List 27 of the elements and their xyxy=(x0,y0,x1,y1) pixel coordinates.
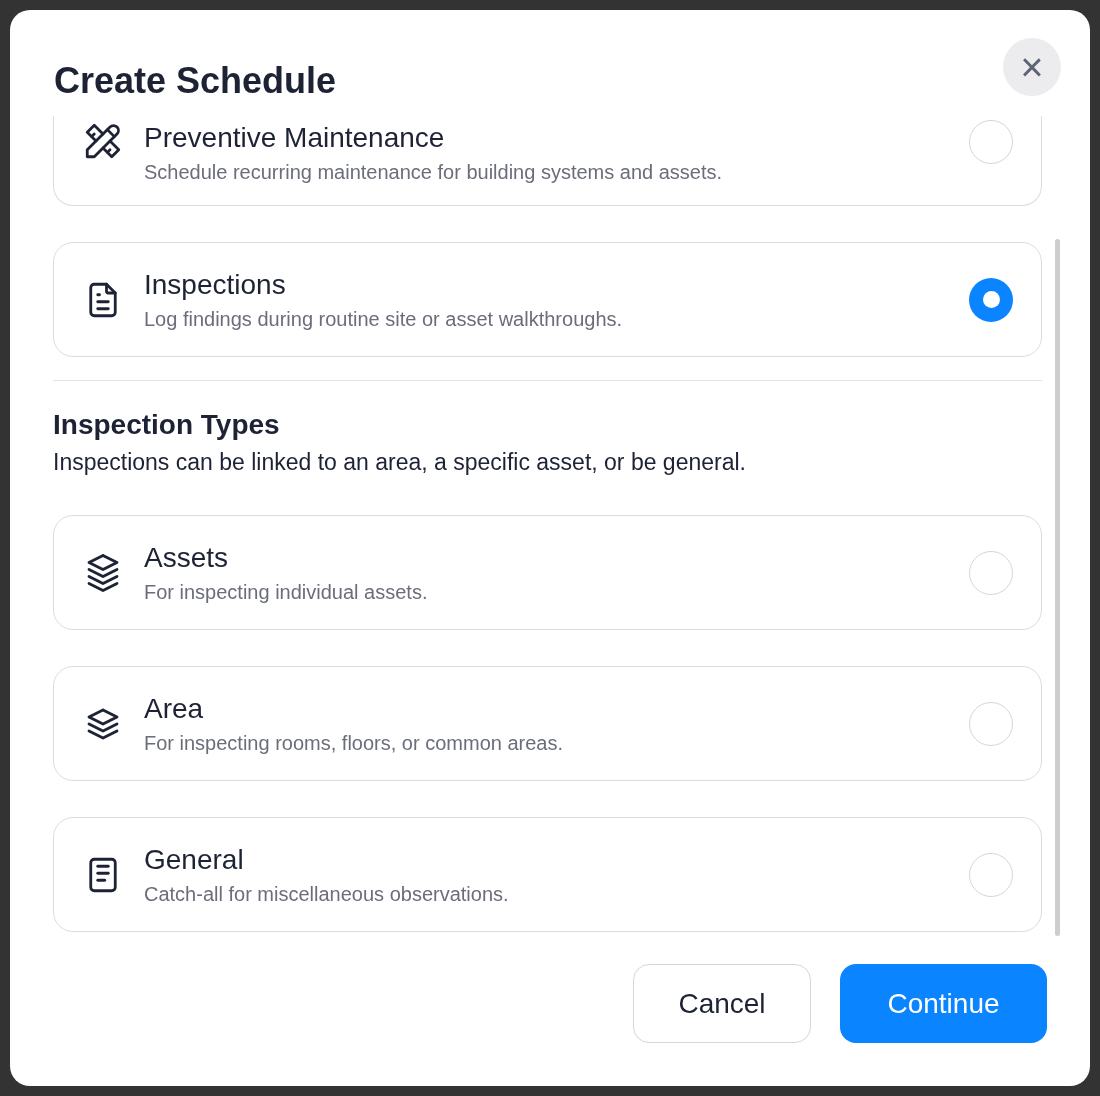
option-title: Inspections xyxy=(144,267,287,302)
option-description: Schedule recurring maintenance for building systems and assets. xyxy=(144,160,724,185)
radio-button[interactable] xyxy=(969,120,1013,164)
close-button[interactable]: × xyxy=(1003,38,1061,96)
option-card[interactable]: General Catch-all for miscellaneous observations. xyxy=(53,817,1042,932)
section-heading: Inspection Types xyxy=(53,408,281,442)
scrollbar[interactable] xyxy=(1055,239,1060,936)
section-description: Inspections can be linked to an area, a specific asset, or be general. xyxy=(53,448,747,477)
radio-button[interactable] xyxy=(969,277,1013,322)
option-card[interactable]: Preventive Maintenance Schedule recurring maintenance for building systems and assets. xyxy=(53,116,1042,206)
cancel-button[interactable]: Cancel xyxy=(633,964,811,1043)
dialog-title: Create Schedule xyxy=(54,59,337,103)
radio-button[interactable] xyxy=(969,701,1013,746)
option-title: Area xyxy=(144,691,205,726)
option-description: For inspecting rooms, floors, or common areas. xyxy=(144,730,565,756)
option-description: For inspecting individual assets. xyxy=(144,579,429,605)
option-description: Catch-all for miscellaneous observations. xyxy=(144,881,510,907)
option-description: Log findings during routine site or asset walkthroughs. xyxy=(144,306,624,332)
continue-button[interactable]: Continue xyxy=(840,964,1047,1043)
option-card[interactable]: Inspections Log findings during routine site or asset walkthroughs. xyxy=(53,242,1042,357)
radio-button[interactable] xyxy=(969,852,1013,897)
option-card[interactable]: Assets For inspecting individual assets. xyxy=(53,515,1042,630)
radio-button[interactable] xyxy=(969,550,1013,595)
option-title: General xyxy=(144,842,245,877)
option-title: Preventive Maintenance xyxy=(144,121,446,155)
option-card[interactable]: Area For inspecting rooms, floors, or common areas. xyxy=(53,666,1042,781)
option-title: Assets xyxy=(144,540,230,575)
